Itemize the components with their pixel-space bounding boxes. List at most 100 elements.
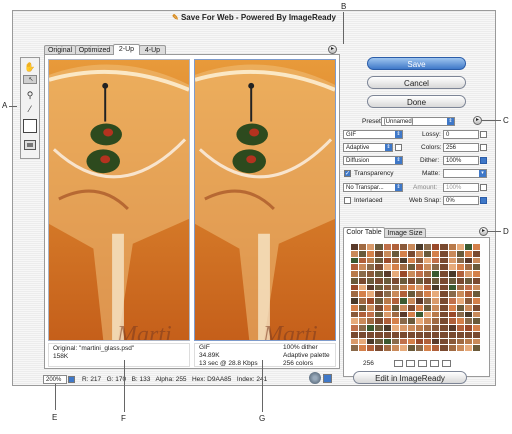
color-swatch[interactable] (416, 311, 424, 318)
color-swatch[interactable] (383, 318, 391, 324)
color-swatch[interactable] (367, 291, 375, 297)
color-swatch[interactable] (407, 331, 415, 338)
color-swatch[interactable] (383, 298, 391, 304)
color-swatch[interactable] (399, 244, 407, 250)
color-swatch[interactable] (367, 318, 375, 324)
color-swatch[interactable] (375, 311, 383, 318)
color-swatch[interactable] (375, 325, 383, 331)
color-swatch[interactable] (448, 284, 456, 291)
color-swatch[interactable] (432, 291, 440, 297)
color-swatch[interactable] (448, 318, 456, 324)
color-swatch[interactable] (472, 298, 480, 304)
lossy-mask-icon[interactable] (480, 131, 487, 138)
color-swatch[interactable] (464, 271, 472, 277)
color-swatch[interactable] (448, 338, 456, 345)
color-swatch[interactable] (351, 331, 359, 338)
color-swatch[interactable] (399, 284, 407, 291)
color-swatch[interactable] (407, 311, 415, 318)
color-swatch[interactable] (448, 331, 456, 338)
color-swatch[interactable] (407, 277, 415, 284)
color-swatch[interactable] (456, 311, 464, 318)
color-swatch[interactable] (399, 250, 407, 257)
color-swatch[interactable] (375, 271, 383, 277)
color-swatch[interactable] (391, 311, 399, 318)
color-swatch[interactable] (383, 277, 391, 284)
color-swatch[interactable] (432, 257, 440, 264)
color-swatch[interactable] (407, 291, 415, 297)
color-swatch[interactable] (424, 325, 432, 331)
color-swatch[interactable] (391, 318, 399, 324)
color-swatch[interactable] (359, 304, 367, 311)
color-swatch[interactable] (391, 298, 399, 304)
color-swatch[interactable] (424, 331, 432, 338)
color-swatch[interactable] (416, 250, 424, 257)
color-swatch[interactable] (375, 250, 383, 257)
color-swatch[interactable] (456, 304, 464, 311)
color-swatch[interactable] (351, 277, 359, 284)
color-swatch[interactable] (456, 284, 464, 291)
color-swatch[interactable] (351, 284, 359, 291)
colors-stepper[interactable] (480, 144, 487, 151)
color-swatch[interactable] (432, 325, 440, 331)
color-swatch[interactable] (456, 331, 464, 338)
color-swatch[interactable] (472, 345, 480, 351)
color-swatch[interactable] (375, 264, 383, 270)
color-swatch[interactable] (440, 338, 448, 345)
color-swatch[interactable] (440, 244, 448, 250)
color-swatch[interactable] (391, 291, 399, 297)
color-swatch[interactable] (407, 325, 415, 331)
color-swatch[interactable] (383, 338, 391, 345)
color-swatch[interactable] (472, 277, 480, 284)
color-swatch[interactable] (432, 250, 440, 257)
color-swatch[interactable] (464, 250, 472, 257)
color-swatch[interactable] (456, 338, 464, 345)
color-swatch[interactable] (464, 345, 472, 351)
color-swatch[interactable] (351, 250, 359, 257)
color-swatch[interactable] (472, 318, 480, 324)
zoom-field[interactable]: 200% (43, 375, 67, 384)
color-swatch[interactable] (383, 250, 391, 257)
edit-in-imageready-button[interactable]: Edit in ImageReady (353, 371, 467, 384)
color-swatch[interactable] (432, 264, 440, 270)
trash-icon[interactable] (442, 360, 451, 367)
dither-field[interactable]: 100% (443, 156, 479, 165)
color-swatch[interactable] (391, 338, 399, 345)
color-swatch[interactable] (391, 304, 399, 311)
color-swatch[interactable] (399, 291, 407, 297)
eyedropper-color-icon[interactable] (23, 119, 37, 133)
color-swatch[interactable] (391, 271, 399, 277)
color-swatch[interactable] (424, 284, 432, 291)
lossy-field[interactable]: 0 (443, 130, 479, 139)
color-swatch[interactable] (440, 311, 448, 318)
color-swatch[interactable] (367, 244, 375, 250)
color-swatch[interactable] (399, 257, 407, 264)
color-swatch[interactable] (399, 304, 407, 311)
color-swatch[interactable] (424, 304, 432, 311)
color-swatch[interactable] (375, 291, 383, 297)
color-swatch[interactable] (432, 318, 440, 324)
color-swatch[interactable] (440, 345, 448, 351)
color-swatch[interactable] (464, 277, 472, 284)
color-swatch[interactable] (432, 311, 440, 318)
color-swatch[interactable] (367, 304, 375, 311)
color-swatch[interactable] (416, 338, 424, 345)
color-swatch[interactable] (440, 250, 448, 257)
color-swatch[interactable] (383, 264, 391, 270)
save-button[interactable]: Save (367, 57, 466, 70)
color-swatch[interactable] (407, 304, 415, 311)
color-swatch[interactable] (367, 311, 375, 318)
eyedropper-icon[interactable]: ⁄ (23, 103, 37, 116)
color-swatch-grid[interactable] (351, 244, 481, 352)
color-swatch[interactable] (391, 257, 399, 264)
color-swatch[interactable] (383, 331, 391, 338)
color-swatch[interactable] (351, 345, 359, 351)
color-swatch[interactable] (440, 331, 448, 338)
color-swatch[interactable] (456, 325, 464, 331)
color-swatch[interactable] (472, 331, 480, 338)
color-swatch[interactable] (383, 311, 391, 318)
format-select[interactable]: GIF ⇕ (343, 130, 403, 139)
done-button[interactable]: Done (367, 95, 466, 108)
color-swatch[interactable] (399, 345, 407, 351)
tab-2up[interactable]: 2-Up (113, 44, 140, 55)
color-swatch[interactable] (383, 257, 391, 264)
